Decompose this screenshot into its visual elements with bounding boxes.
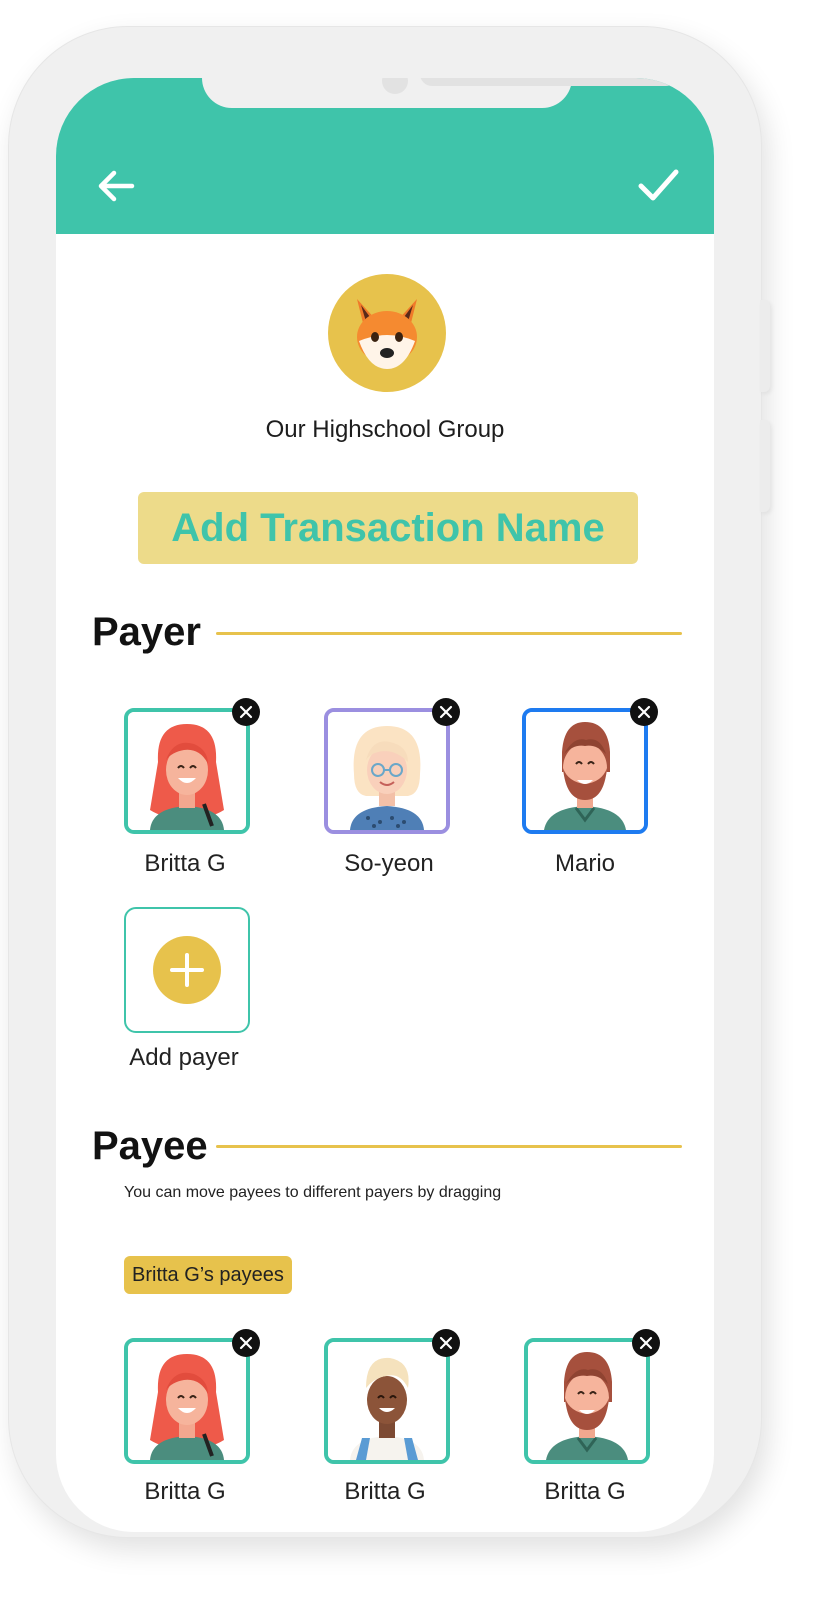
fox-icon (357, 299, 417, 369)
remove-payer-button[interactable] (232, 698, 260, 726)
remove-payee-button[interactable] (232, 1329, 260, 1357)
app-screen: Our Highschool Group Add Transaction Nam… (56, 78, 714, 1532)
payer-section-title: Payer (92, 610, 201, 654)
transaction-name-field[interactable]: Add Transaction Name (138, 492, 638, 564)
payer-name: Britta G (144, 850, 226, 877)
close-icon (637, 705, 651, 719)
payee-group-label: Britta G’s payees (124, 1256, 292, 1294)
payee-card[interactable] (524, 1338, 650, 1464)
remove-payee-button[interactable] (432, 1329, 460, 1357)
confirm-button[interactable] (636, 164, 680, 208)
check-icon (638, 169, 679, 201)
remove-payee-button[interactable] (632, 1329, 660, 1357)
phone-notch (202, 78, 678, 108)
payee-name: Britta G (144, 1478, 226, 1505)
add-payer-label: Add payer (129, 1044, 239, 1071)
plus-icon (170, 953, 204, 987)
volume-down-button (760, 420, 770, 512)
man-beard-avatar (526, 712, 644, 830)
payee-name: Britta G (344, 1478, 426, 1505)
back-button[interactable] (94, 164, 138, 208)
payer-card[interactable] (324, 708, 450, 834)
woman-red-hair-avatar (128, 1342, 246, 1460)
payee-hint: You can move payees to different payers … (124, 1184, 502, 1201)
remove-payer-button[interactable] (630, 698, 658, 726)
payee-card[interactable] (124, 1338, 250, 1464)
close-icon (239, 705, 253, 719)
arrow-left-icon (98, 170, 135, 202)
payer-card[interactable] (522, 708, 648, 834)
payee-divider (216, 1145, 682, 1148)
remove-payer-button[interactable] (432, 698, 460, 726)
woman-blonde-glasses-avatar (328, 712, 446, 830)
payee-name: Britta G (544, 1478, 626, 1505)
payer-divider (216, 632, 682, 635)
volume-up-button (760, 300, 770, 392)
close-icon (239, 1336, 253, 1350)
man-beard-avatar (528, 1342, 646, 1460)
woman-red-hair-avatar (128, 712, 246, 830)
man-blonde-hair-avatar (328, 1342, 446, 1460)
payee-section-title: Payee (92, 1124, 208, 1168)
close-icon (439, 705, 453, 719)
close-icon (439, 1336, 453, 1350)
plus-circle (153, 936, 221, 1004)
add-payer-button[interactable] (124, 907, 250, 1033)
close-icon (639, 1336, 653, 1350)
payer-name: So-yeon (344, 850, 434, 877)
group-avatar[interactable] (328, 274, 446, 392)
speaker-grille (420, 78, 678, 86)
camera-icon (382, 78, 408, 94)
payer-name: Mario (554, 850, 615, 877)
group-name: Our Highschool Group (265, 416, 505, 443)
payee-card[interactable] (324, 1338, 450, 1464)
payer-card[interactable] (124, 708, 250, 834)
